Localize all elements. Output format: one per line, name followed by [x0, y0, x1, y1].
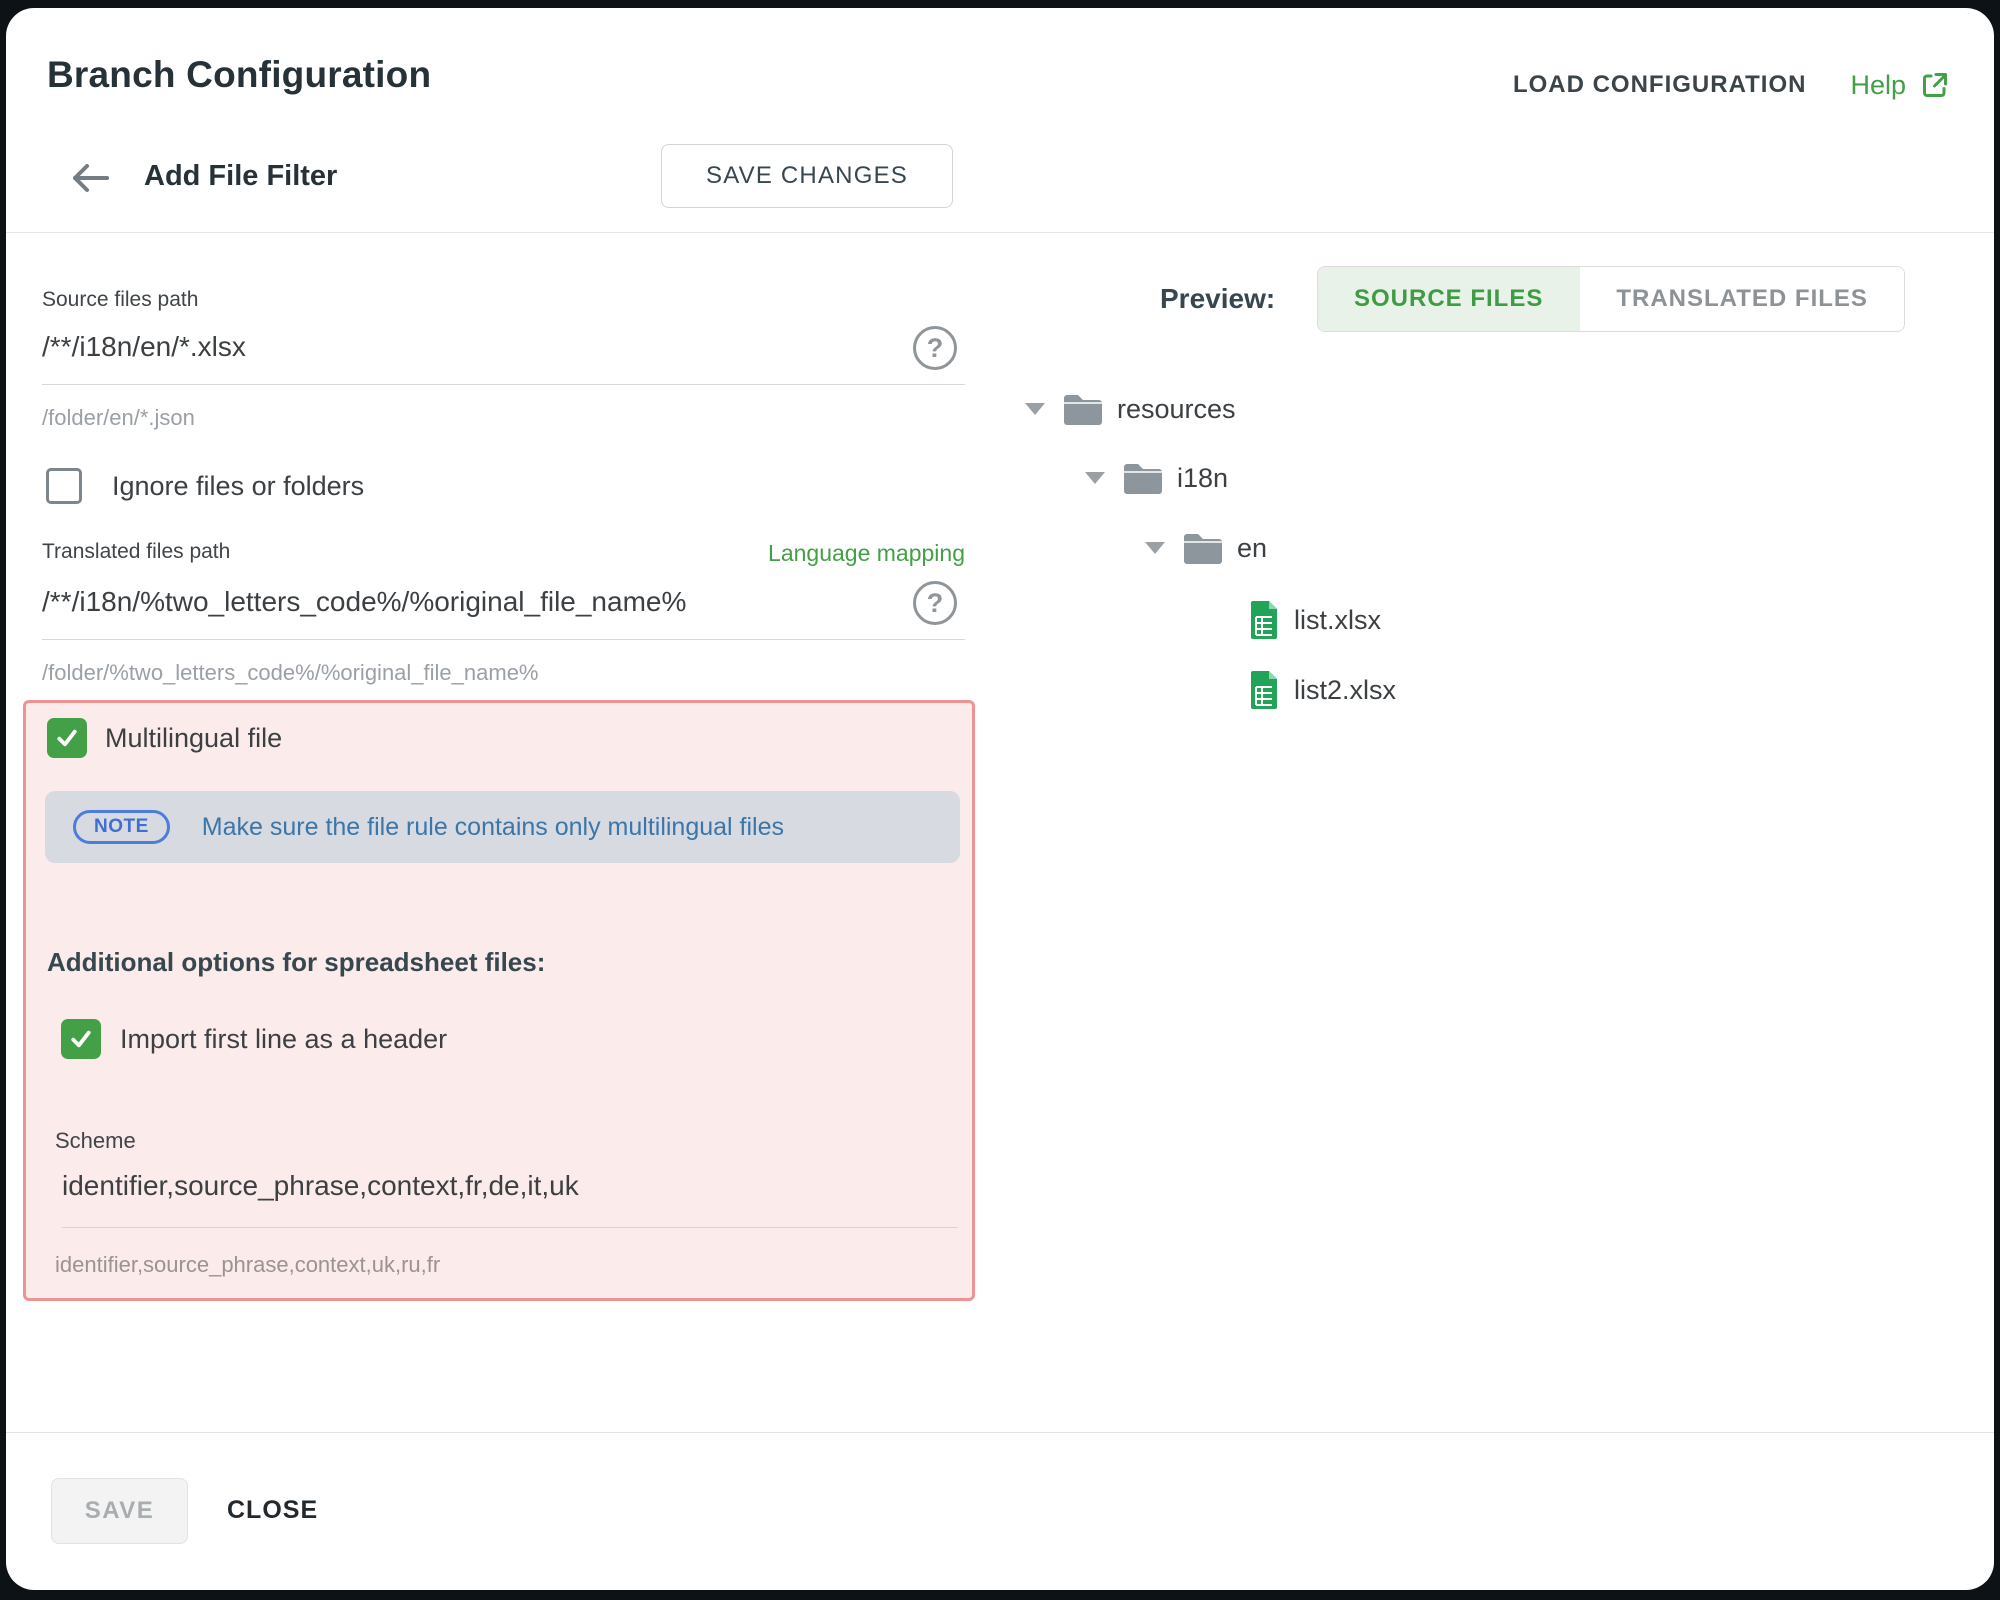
tree-item-label: list.xlsx: [1294, 605, 1381, 636]
ignore-files-checkbox[interactable]: [46, 468, 82, 504]
subtitle-add-file-filter: Add File Filter: [144, 160, 337, 193]
load-configuration-button[interactable]: LOAD CONFIGURATION: [1513, 71, 1807, 99]
header-divider: [6, 232, 1994, 233]
triangle-down-icon[interactable]: [1025, 403, 1045, 415]
tab-source-files[interactable]: SOURCE FILES: [1318, 267, 1579, 331]
tree-row-list-xlsx[interactable]: list.xlsx: [1248, 598, 1381, 642]
import-header-label: Import first line as a header: [120, 1024, 447, 1055]
translated-files-path-label: Translated files path: [42, 540, 230, 564]
scheme-label: Scheme: [55, 1128, 136, 1154]
note-badge: NOTE: [73, 810, 170, 844]
source-files-path-hint: /folder/en/*.json: [42, 405, 195, 431]
folder-icon: [1062, 392, 1104, 426]
folder-icon: [1182, 531, 1224, 565]
scheme-value: identifier,source_phrase,context,fr,de,i…: [62, 1169, 958, 1203]
scheme-input[interactable]: identifier,source_phrase,context,fr,de,i…: [62, 1169, 958, 1228]
language-mapping-link[interactable]: Language mapping: [768, 540, 965, 567]
external-link-icon: [1920, 70, 1950, 100]
preview-tabs: SOURCE FILES TRANSLATED FILES: [1317, 266, 1905, 332]
note-message: Make sure the file rule contains only mu…: [202, 813, 784, 842]
tree-item-label: en: [1237, 533, 1267, 564]
ignore-files-label: Ignore files or folders: [112, 471, 364, 502]
back-button[interactable]: [66, 154, 114, 202]
source-files-path-value: /**/i18n/en/*.xlsx: [42, 330, 965, 364]
help-link-label: Help: [1850, 70, 1906, 101]
help-link[interactable]: Help: [1850, 70, 1950, 101]
translated-files-path-hint: /folder/%two_letters_code%/%original_fil…: [42, 660, 539, 686]
arrow-left-icon: [69, 158, 111, 198]
page-title: Branch Configuration: [47, 54, 431, 96]
preview-label: Preview:: [1160, 283, 1275, 315]
tab-translated-files[interactable]: TRANSLATED FILES: [1579, 267, 1904, 331]
ignore-files-checkbox-row[interactable]: Ignore files or folders: [46, 468, 364, 504]
translated-files-path-input[interactable]: /**/i18n/%two_letters_code%/%original_fi…: [42, 585, 965, 640]
scheme-hint: identifier,source_phrase,context,uk,ru,f…: [55, 1252, 440, 1278]
source-files-path-input[interactable]: /**/i18n/en/*.xlsx ?: [42, 330, 965, 385]
triangle-down-icon[interactable]: [1085, 472, 1105, 484]
folder-icon: [1122, 461, 1164, 495]
branch-configuration-dialog: Branch Configuration LOAD CONFIGURATION …: [6, 8, 1994, 1590]
tree-row-resources[interactable]: resources: [1025, 387, 1236, 431]
header-actions: LOAD CONFIGURATION Help: [1513, 64, 1950, 106]
spreadsheet-options-heading: Additional options for spreadsheet files…: [47, 947, 545, 978]
multilingual-checkbox-row[interactable]: Multilingual file: [47, 718, 282, 758]
note-banner: NOTE Make sure the file rule contains on…: [45, 791, 960, 863]
multilingual-checkbox[interactable]: [47, 718, 87, 758]
tree-row-i18n[interactable]: i18n: [1085, 456, 1228, 500]
save-button[interactable]: SAVE: [51, 1478, 188, 1544]
checkmark-icon: [53, 724, 81, 752]
footer-divider: [6, 1432, 1994, 1433]
tree-item-label: list2.xlsx: [1294, 675, 1396, 706]
question-circle-icon[interactable]: ?: [913, 581, 957, 625]
spreadsheet-file-icon: [1248, 670, 1280, 710]
tree-row-list2-xlsx[interactable]: list2.xlsx: [1248, 668, 1396, 712]
save-changes-button[interactable]: SAVE CHANGES: [661, 144, 953, 208]
checkmark-icon: [67, 1025, 95, 1053]
import-header-checkbox[interactable]: [61, 1019, 101, 1059]
question-circle-icon[interactable]: ?: [913, 326, 957, 370]
tree-item-label: i18n: [1177, 463, 1228, 494]
triangle-down-icon[interactable]: [1145, 542, 1165, 554]
multilingual-label: Multilingual file: [105, 723, 282, 754]
import-header-checkbox-row[interactable]: Import first line as a header: [61, 1019, 447, 1059]
subheader: Add File Filter SAVE CHANGES: [6, 144, 1994, 214]
source-files-path-label: Source files path: [42, 288, 198, 312]
translated-files-path-value: /**/i18n/%two_letters_code%/%original_fi…: [42, 585, 965, 619]
close-button[interactable]: CLOSE: [227, 1496, 318, 1525]
spreadsheet-file-icon: [1248, 600, 1280, 640]
multilingual-highlight-box: Multilingual file NOTE Make sure the fil…: [23, 700, 975, 1301]
tree-item-label: resources: [1117, 394, 1236, 425]
tree-row-en[interactable]: en: [1145, 526, 1267, 570]
